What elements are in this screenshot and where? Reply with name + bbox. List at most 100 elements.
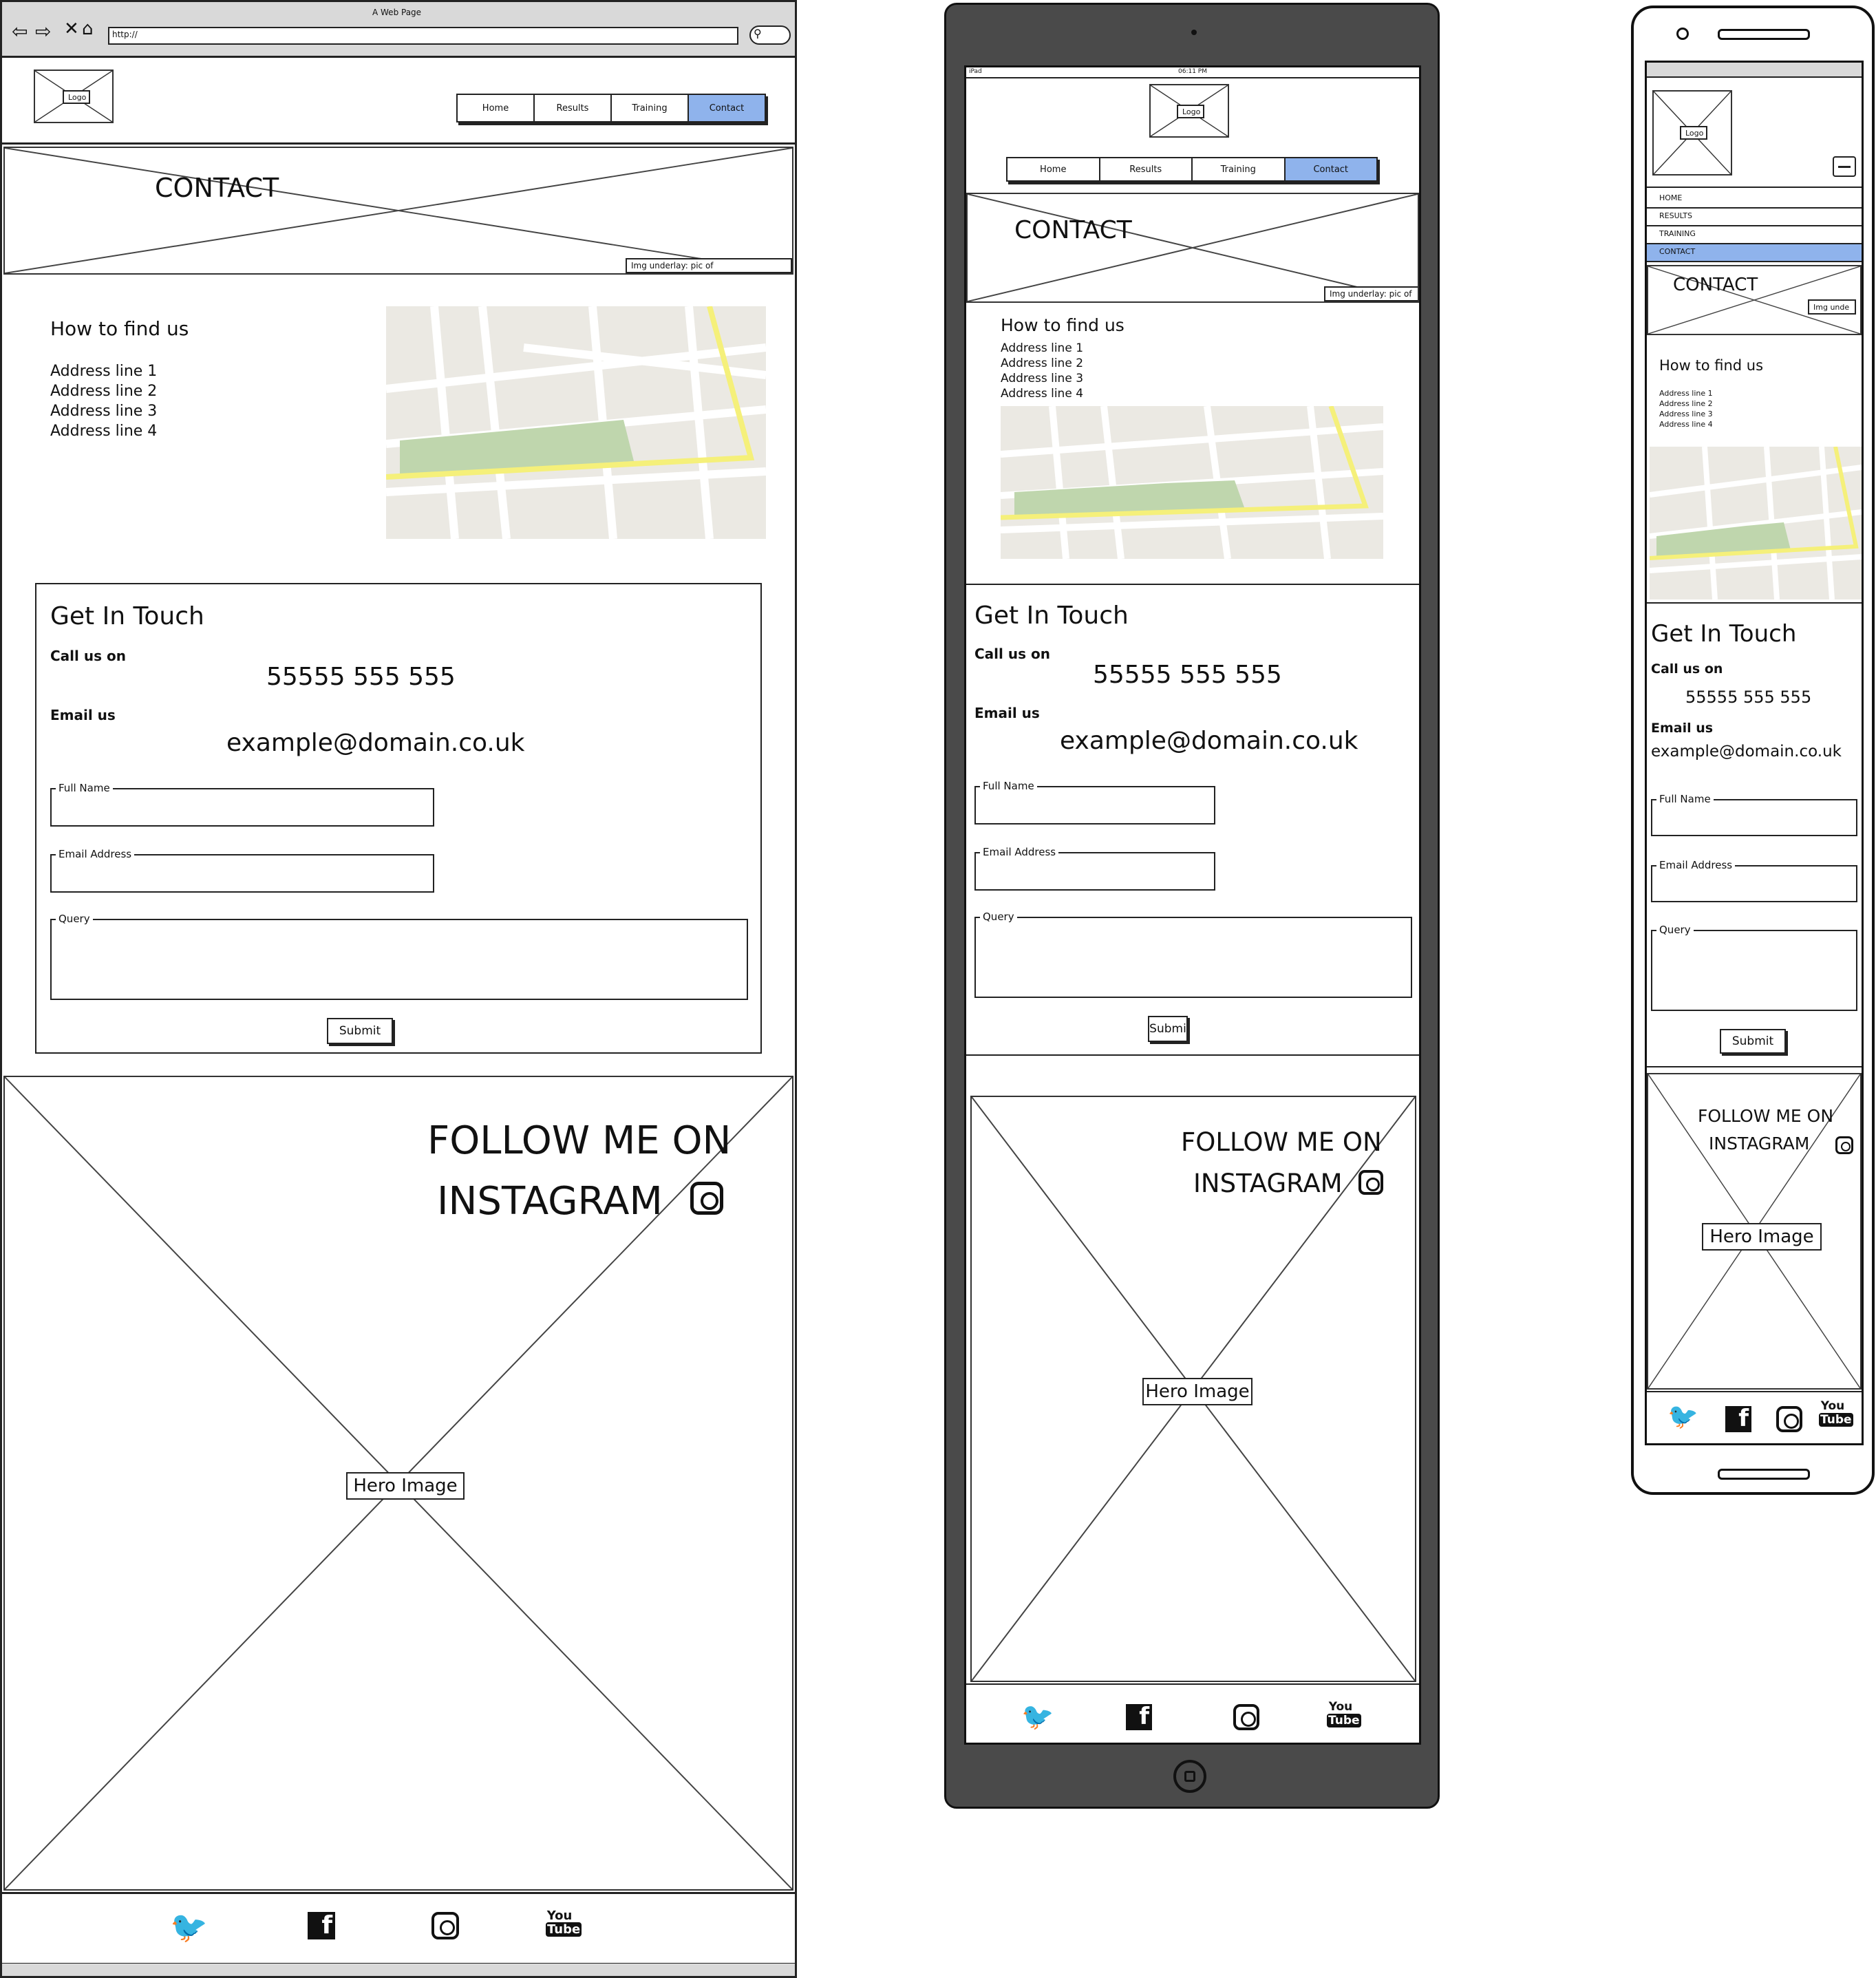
mobile-logo-placeholder[interactable]: Logo <box>1652 90 1732 176</box>
tablet-instagram-footer-lens <box>1241 1712 1256 1727</box>
instagram-icon-lens <box>701 1192 718 1210</box>
facebook-icon[interactable]: f <box>308 1911 335 1939</box>
tablet-home-button[interactable] <box>1173 1760 1206 1793</box>
search-pill[interactable]: ⚲ <box>749 25 791 45</box>
tablet-nav-training[interactable]: Training <box>1193 158 1286 180</box>
tablet-location-map[interactable] <box>1001 406 1383 559</box>
mobile-location-map[interactable] <box>1650 447 1862 599</box>
call-label: Call us on <box>50 648 126 664</box>
instagram-icon[interactable] <box>690 1182 723 1215</box>
mobile-nav-label-home: HOME <box>1659 193 1683 202</box>
tablet-logo-placeholder[interactable]: Logo <box>1149 84 1229 138</box>
mobile-instagram-hero[interactable]: FOLLOW ME ON INSTAGRAM Hero Image <box>1647 1073 1862 1390</box>
tablet-banner-underlay-note: Img underlay: pic of <box>1324 286 1418 301</box>
mobile-instagram-footer-icon[interactable] <box>1776 1406 1802 1432</box>
tablet-nav-results[interactable]: Results <box>1100 158 1193 180</box>
mobile-facebook-icon[interactable]: f <box>1725 1405 1751 1432</box>
tablet-instagram-hero[interactable]: FOLLOW ME ON INSTAGRAM Hero Image <box>970 1096 1416 1682</box>
address-line-1: Address line 1 <box>50 363 158 380</box>
tablet-address-line-2: Address line 2 <box>1001 357 1084 370</box>
mobile-youtube-icon[interactable]: You Tube <box>1819 1399 1853 1432</box>
mobile-home-bar[interactable] <box>1718 1469 1810 1480</box>
tablet-nav-contact[interactable]: Contact <box>1285 158 1376 180</box>
email-input-label: Email Address <box>56 848 135 860</box>
desktop-footer: 🐦 f You Tube <box>2 1892 795 1965</box>
tablet-full-name-input[interactable]: Full Name <box>974 780 1215 825</box>
address-bar[interactable]: http:// <box>108 27 738 45</box>
mobile-nav-label-training: TRAINING <box>1659 229 1696 238</box>
nav-results[interactable]: Results <box>535 95 612 121</box>
tablet-full-name-label: Full Name <box>980 780 1037 792</box>
address-line-4: Address line 4 <box>50 423 158 440</box>
tablet-nav-home[interactable]: Home <box>1008 158 1100 180</box>
mobile-hero-image-label: Hero Image <box>1702 1223 1822 1251</box>
tablet-phone-number: 55555 555 555 <box>1093 661 1282 689</box>
email-input[interactable]: Email Address <box>50 848 434 893</box>
tablet-youtube-icon[interactable]: You Tube <box>1327 1700 1361 1733</box>
mobile-query-textarea[interactable]: Query <box>1651 924 1857 1011</box>
instagram-hero[interactable]: FOLLOW ME ON INSTAGRAM Hero Image <box>3 1076 793 1891</box>
nav-home[interactable]: Home <box>458 95 535 121</box>
mobile-nav-item-results[interactable]: RESULTS <box>1647 209 1862 226</box>
tablet-facebook-icon[interactable]: f <box>1126 1703 1152 1730</box>
mobile-instagram-lens <box>1841 1142 1851 1151</box>
home-icon[interactable]: ⌂ <box>82 19 94 39</box>
youtube-icon[interactable]: You Tube <box>546 1909 582 1942</box>
tablet-divider-1 <box>966 584 1419 585</box>
tablet-find-us-heading: How to find us <box>1001 315 1124 335</box>
tablet-status-bar: iPad 06:11 PM <box>966 67 1419 78</box>
twitter-icon[interactable]: 🐦 <box>170 1909 208 1945</box>
tablet-submit-button[interactable]: Submi <box>1148 1016 1188 1042</box>
mobile-instagram-icon[interactable] <box>1835 1136 1853 1154</box>
banner-underlay-note: Img underlay: pic of <box>626 258 792 273</box>
tablet-email-address: example@domain.co.uk <box>1060 727 1358 755</box>
full-name-input[interactable]: Full Name <box>50 782 434 827</box>
hamburger-menu-icon[interactable] <box>1833 156 1856 177</box>
tablet-query-textarea[interactable]: Query <box>974 911 1412 998</box>
address-line-3: Address line 3 <box>50 403 158 420</box>
mobile-nav-item-home[interactable]: HOME <box>1647 191 1862 209</box>
nav-contact[interactable]: Contact <box>689 95 765 121</box>
browser-title: A Web Page <box>372 8 422 17</box>
forward-icon[interactable]: ⇨ <box>35 20 51 43</box>
tablet-divider-2 <box>966 1054 1419 1056</box>
tablet-nav: Home Results Training Contact <box>1006 157 1378 182</box>
mobile-email-input[interactable]: Email Address <box>1651 859 1857 902</box>
instagram-line-1: FOLLOW ME ON <box>427 1118 732 1163</box>
tablet-instagram-footer-icon[interactable] <box>1233 1704 1259 1730</box>
mobile-nav-item-training[interactable]: TRAINING <box>1647 226 1862 244</box>
instagram-footer-lens <box>440 1920 455 1935</box>
logo-label: Logo <box>63 90 90 104</box>
mobile-instagram-footer-lens <box>1784 1414 1799 1429</box>
stop-icon[interactable]: ✕ <box>64 19 79 39</box>
mobile-screen: Logo HOME RESULTS TRAINING CONTACT CONTA… <box>1645 61 1864 1445</box>
submit-button[interactable]: Submit <box>327 1018 393 1044</box>
tablet-twitter-icon[interactable]: 🐦 <box>1021 1701 1054 1732</box>
instagram-footer-icon[interactable] <box>431 1912 459 1939</box>
query-textarea[interactable]: Query <box>50 913 748 1000</box>
contact-heading: Get In Touch <box>50 602 204 630</box>
mobile-submit-button[interactable]: Submit <box>1720 1029 1786 1054</box>
tablet-instagram-icon[interactable] <box>1358 1170 1383 1195</box>
tablet-email-input[interactable]: Email Address <box>974 846 1215 891</box>
location-map[interactable] <box>386 306 766 539</box>
mobile-email-input-label: Email Address <box>1656 859 1736 871</box>
mobile-call-label: Call us on <box>1651 661 1723 677</box>
back-icon[interactable]: ⇦ <box>12 20 28 43</box>
mobile-full-name-input[interactable]: Full Name <box>1651 793 1857 836</box>
tablet-logo-label: Logo <box>1177 105 1204 118</box>
logo-placeholder[interactable]: Logo <box>34 70 114 123</box>
hamburger-line <box>1838 166 1851 168</box>
mobile-camera <box>1676 28 1689 40</box>
hero-image-label: Hero Image <box>346 1472 465 1500</box>
mobile-nav-item-contact[interactable]: CONTACT <box>1647 244 1862 262</box>
mobile-email-label: Email us <box>1651 721 1714 736</box>
mobile-twitter-icon[interactable]: 🐦 <box>1667 1402 1698 1431</box>
tablet-address-line-4: Address line 4 <box>1001 387 1084 401</box>
mobile-divider-2 <box>1647 1066 1862 1067</box>
nav-training[interactable]: Training <box>612 95 689 121</box>
mobile-logo-label: Logo <box>1680 126 1707 140</box>
tablet-call-label: Call us on <box>974 646 1050 662</box>
mobile-address-line-4: Address line 4 <box>1659 420 1713 429</box>
contact-form-box: Get In Touch Call us on 55555 555 555 Em… <box>35 583 762 1054</box>
